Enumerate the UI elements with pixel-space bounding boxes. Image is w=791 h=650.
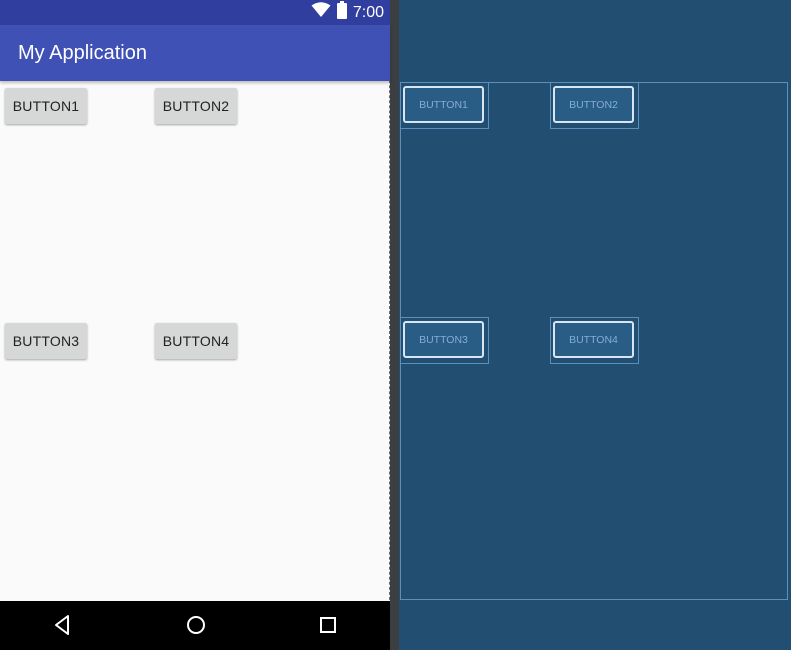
battery-icon bbox=[336, 1, 347, 24]
button1[interactable]: BUTTON1 bbox=[5, 88, 87, 124]
blueprint-button1-label: BUTTON1 bbox=[403, 86, 484, 123]
blueprint-button1[interactable]: BUTTON1 bbox=[400, 82, 489, 129]
navigation-bar bbox=[0, 601, 390, 650]
blueprint-button4[interactable]: BUTTON4 bbox=[550, 317, 639, 364]
home-icon[interactable] bbox=[185, 613, 207, 642]
blueprint-button3-label: BUTTON3 bbox=[403, 321, 484, 358]
blueprint-button2[interactable]: BUTTON2 bbox=[550, 82, 639, 129]
blueprint-button3[interactable]: BUTTON3 bbox=[400, 317, 489, 364]
blueprint-view: BUTTON1 BUTTON2 BUTTON3 BUTTON4 bbox=[399, 0, 791, 650]
button3[interactable]: BUTTON3 bbox=[5, 323, 87, 359]
button4[interactable]: BUTTON4 bbox=[155, 323, 237, 359]
blueprint-button2-label: BUTTON2 bbox=[553, 86, 634, 123]
app-title: My Application bbox=[18, 42, 147, 64]
status-bar: 7:00 bbox=[0, 0, 390, 25]
status-clock: 7:00 bbox=[352, 4, 384, 21]
design-preview: 7:00 My Application BUTTON1 BUTTON2 BUTT… bbox=[0, 0, 390, 650]
back-icon[interactable] bbox=[53, 613, 71, 642]
blueprint-button4-label: BUTTON4 bbox=[553, 321, 634, 358]
wifi-icon bbox=[311, 2, 331, 23]
status-icons: 7:00 bbox=[311, 0, 384, 25]
recents-icon[interactable] bbox=[319, 613, 339, 642]
button2[interactable]: BUTTON2 bbox=[155, 88, 237, 124]
app-bar: My Application bbox=[0, 25, 390, 81]
